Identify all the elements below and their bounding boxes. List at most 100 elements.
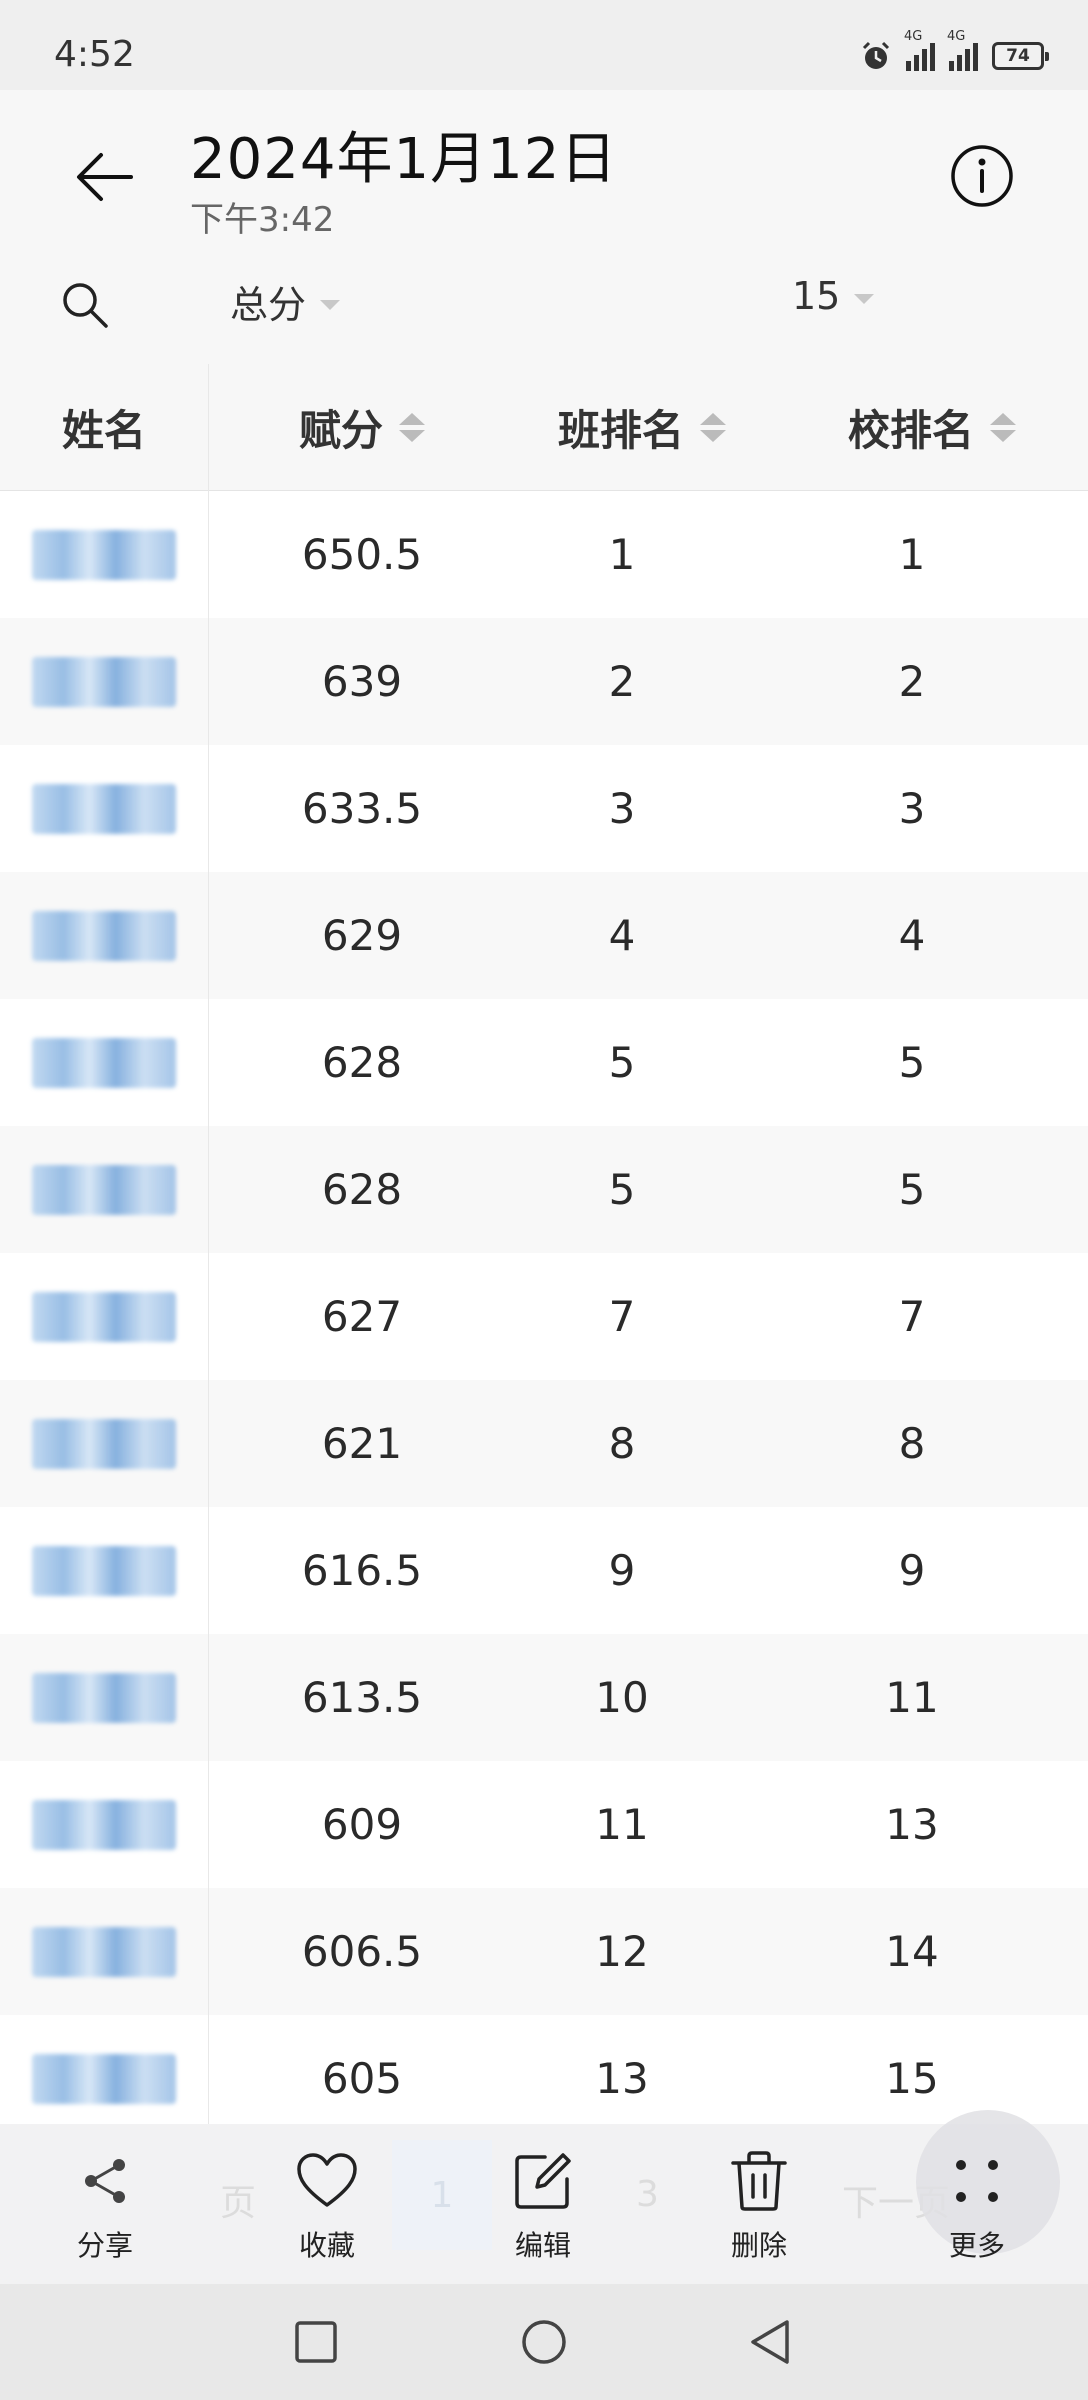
count-filter-label: 15 [792, 274, 841, 318]
blurred-name [32, 1037, 176, 1088]
table-row[interactable]: 613.5 10 11 [0, 1634, 1088, 1761]
cell-school-rank: 13 [885, 1800, 939, 1849]
blurred-name [32, 910, 176, 961]
signal-1-label: 4G [904, 29, 923, 44]
cell-school-rank: 2 [898, 657, 926, 706]
table-row[interactable]: 628 5 5 [0, 1126, 1088, 1253]
delete-button[interactable]: 删除 [684, 2146, 834, 2266]
status-bar: 4:52 4G 4G 74 [0, 0, 1088, 90]
column-header-name[interactable]: 姓名 [0, 364, 208, 490]
cell-score: 613.5 [301, 1673, 423, 1722]
cell-class-rank: 13 [595, 2054, 649, 2103]
more-label: 更多 [948, 2229, 1005, 2262]
back-button[interactable] [60, 132, 150, 222]
cell-school-rank: 3 [898, 784, 926, 833]
chevron-down-icon [854, 294, 875, 304]
cell-score: 628 [321, 1165, 403, 1214]
table-row[interactable]: 605 13 15 [0, 2015, 1088, 2142]
cell-name [0, 872, 208, 999]
cell-name [0, 1380, 208, 1507]
edit-button[interactable]: 编辑 [468, 2146, 618, 2266]
cell-class-rank: 12 [595, 1927, 649, 1976]
page-title: 2024年1月12日 [190, 127, 618, 192]
signal-2-label: 4G [947, 29, 966, 44]
column-divider [208, 364, 209, 2124]
system-nav-bar [0, 2284, 1088, 2400]
column-header-class-rank[interactable]: 班排名 [502, 364, 782, 490]
cell-name [0, 1253, 208, 1380]
favorite-label: 收藏 [298, 2229, 355, 2262]
favorite-button[interactable]: 收藏 [252, 2146, 402, 2266]
signal-1-icon: 4G [904, 29, 935, 71]
cell-name [0, 999, 208, 1126]
table-row[interactable]: 627 7 7 [0, 1253, 1088, 1380]
search-button[interactable] [50, 270, 120, 340]
cell-class-rank: 8 [608, 1419, 636, 1468]
triangle-back-icon [751, 2320, 789, 2364]
cell-school-rank: 5 [898, 1038, 926, 1087]
blurred-name [32, 1799, 176, 1850]
cell-school-rank: 7 [898, 1292, 926, 1341]
sort-icon [990, 412, 1016, 442]
cell-name [0, 1761, 208, 1888]
column-header-score[interactable]: 赋分 [242, 364, 482, 490]
column-header-school-rank[interactable]: 校排名 [792, 364, 1072, 490]
blurred-name [32, 2053, 176, 2104]
table-row[interactable]: 650.5 1 1 [0, 491, 1088, 618]
blurred-name [32, 1291, 176, 1342]
more-dots-icon [942, 2146, 1012, 2216]
cell-name [0, 618, 208, 745]
delete-label: 删除 [730, 2229, 787, 2262]
cell-name [0, 1634, 208, 1761]
blurred-name [32, 783, 176, 834]
cell-class-rank: 1 [608, 530, 636, 579]
recents-button[interactable] [278, 2304, 354, 2380]
blurred-name [32, 656, 176, 707]
cell-name [0, 745, 208, 872]
cell-school-rank: 14 [885, 1927, 939, 1976]
cell-name [0, 1888, 208, 2015]
cell-score: 621 [321, 1419, 403, 1468]
cell-school-rank: 8 [898, 1419, 926, 1468]
battery-level: 74 [1006, 46, 1030, 66]
status-time: 4:52 [54, 34, 135, 75]
column-header-class-rank-label: 班排名 [557, 405, 684, 455]
pager-page[interactable]: 3 [636, 2174, 659, 2215]
blurred-name [32, 1672, 176, 1723]
alarm-icon [862, 41, 890, 69]
battery-icon: 74 [992, 42, 1049, 70]
cell-name [0, 491, 208, 618]
chevron-down-icon [320, 299, 341, 310]
edit-label: 编辑 [514, 2229, 571, 2262]
back-nav-button[interactable] [732, 2304, 808, 2380]
cell-school-rank: 5 [898, 1165, 926, 1214]
edit-icon [508, 2146, 578, 2216]
subject-filter-label: 总分 [230, 283, 307, 327]
table-row[interactable]: 621 8 8 [0, 1380, 1088, 1507]
cell-class-rank: 3 [608, 784, 636, 833]
column-header-score-label: 赋分 [298, 405, 383, 455]
table-row[interactable]: 628 5 5 [0, 999, 1088, 1126]
signal-2-icon: 4G [947, 29, 978, 71]
share-icon [70, 2146, 140, 2216]
cell-score: 639 [321, 657, 403, 706]
subject-filter-dropdown[interactable]: 总分 [230, 274, 341, 329]
count-filter-dropdown[interactable]: 15 [792, 274, 875, 318]
cell-name [0, 2015, 208, 2142]
table-row[interactable]: 633.5 3 3 [0, 745, 1088, 872]
more-button[interactable]: 更多 [902, 2146, 1052, 2266]
table-row[interactable]: 629 4 4 [0, 872, 1088, 999]
home-button[interactable] [506, 2304, 582, 2380]
share-button[interactable]: 分享 [30, 2146, 180, 2266]
info-button[interactable] [940, 134, 1024, 218]
pager-prev[interactable]: 页 [220, 2174, 256, 2226]
cell-class-rank: 4 [608, 911, 636, 960]
cell-score: 633.5 [301, 784, 423, 833]
sort-icon [700, 412, 726, 442]
cell-class-rank: 11 [595, 1800, 649, 1849]
table-row[interactable]: 606.5 12 14 [0, 1888, 1088, 2015]
table-row[interactable]: 639 2 2 [0, 618, 1088, 745]
table-row[interactable]: 616.5 9 9 [0, 1507, 1088, 1634]
blurred-name [32, 529, 176, 580]
table-row[interactable]: 609 11 13 [0, 1761, 1088, 1888]
